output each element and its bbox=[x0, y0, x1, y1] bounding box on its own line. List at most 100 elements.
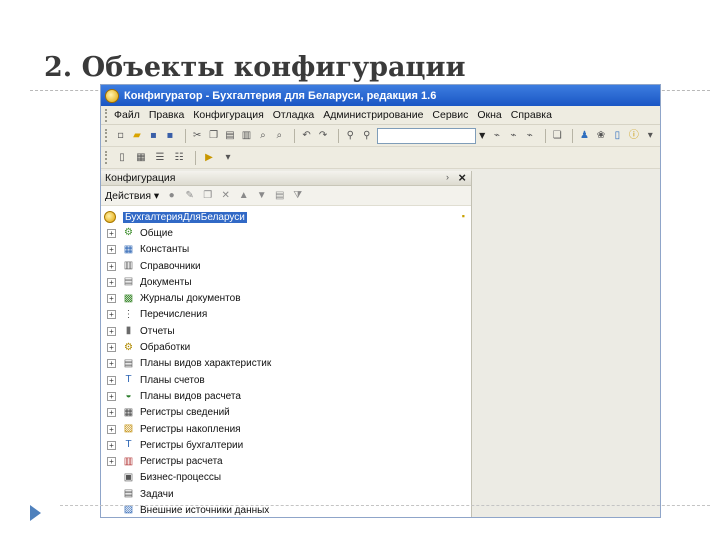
tree-item-label: Документы bbox=[140, 276, 192, 288]
expand-icon[interactable]: + bbox=[107, 310, 116, 320]
menubar-grip-icon[interactable] bbox=[105, 108, 108, 122]
expand-icon[interactable]: + bbox=[107, 457, 116, 467]
window-list-icon[interactable]: ❏ bbox=[551, 128, 564, 144]
tree-item[interactable]: + T Регистры бухгалтерии bbox=[101, 437, 471, 453]
search-icon[interactable]: ⚲ bbox=[344, 128, 357, 144]
toolbar-separator bbox=[195, 150, 196, 165]
tree-item-label: Внешние источники данных bbox=[140, 504, 270, 516]
sort-icon[interactable]: ▤ bbox=[273, 189, 286, 202]
new-file-icon[interactable]: ▫ bbox=[114, 128, 127, 144]
expand-icon[interactable]: + bbox=[107, 228, 116, 238]
toolbar-grip-icon[interactable] bbox=[105, 151, 108, 164]
paste-icon[interactable]: ▤ bbox=[223, 128, 236, 144]
tree-item[interactable]: ▣ Бизнес-процессы bbox=[101, 470, 471, 486]
window-titlebar[interactable]: Конфигуратор - Бухгалтерия для Беларуси,… bbox=[101, 85, 660, 106]
find-next-icon[interactable]: ⌕ bbox=[273, 128, 286, 144]
tree-item[interactable]: + ◒ Планы видов расчета bbox=[101, 388, 471, 404]
actions-menu-button[interactable]: Действия ▾ bbox=[105, 190, 159, 202]
tree-item-label: Регистры накопления bbox=[140, 423, 241, 435]
expand-icon[interactable]: + bbox=[107, 359, 116, 369]
update-config-icon[interactable]: ▦ bbox=[133, 150, 149, 166]
search-combo-input[interactable] bbox=[376, 127, 476, 144]
char-plan-icon: ▤ bbox=[123, 357, 134, 369]
tree-item[interactable]: + T Планы счетов bbox=[101, 372, 471, 388]
expand-icon[interactable]: + bbox=[107, 391, 116, 401]
tree-item-label: Регистры сведений bbox=[140, 407, 230, 419]
redo-icon[interactable]: ↷ bbox=[316, 128, 329, 144]
menu-service[interactable]: Сервис bbox=[432, 109, 468, 121]
search-prev-icon[interactable]: ⌁ bbox=[507, 128, 520, 144]
toolbar-grip-icon[interactable] bbox=[105, 129, 108, 142]
help-book-icon[interactable]: ▯ bbox=[611, 128, 624, 144]
tree-item[interactable]: + ⚙ Обработки bbox=[101, 339, 471, 355]
run-debug-icon[interactable]: ▶ bbox=[201, 150, 217, 166]
pin-icon[interactable]: › bbox=[446, 172, 449, 182]
merge-icon[interactable]: ☷ bbox=[171, 150, 187, 166]
expand-icon[interactable]: + bbox=[107, 261, 116, 271]
tree-item[interactable]: + ▧ Регистры накопления bbox=[101, 421, 471, 437]
save-all-icon[interactable]: ▪ bbox=[163, 128, 176, 144]
expand-icon[interactable]: + bbox=[107, 326, 116, 336]
delete-icon[interactable]: ✕ bbox=[219, 189, 232, 202]
cut-icon[interactable]: ✂ bbox=[190, 128, 203, 144]
expand-icon[interactable]: + bbox=[107, 277, 116, 287]
menu-windows[interactable]: Окна bbox=[477, 109, 501, 121]
close-icon[interactable]: × bbox=[458, 170, 466, 185]
tree-root-label[interactable]: БухгалтерияДляБеларуси bbox=[123, 211, 247, 223]
search-options-icon[interactable]: ⌁ bbox=[523, 128, 536, 144]
templates-icon[interactable]: ❀ bbox=[594, 128, 607, 144]
tree-item[interactable]: ▤ Задачи bbox=[101, 486, 471, 502]
syntax-assistant-icon[interactable]: ♟ bbox=[578, 128, 591, 144]
expand-icon[interactable]: + bbox=[107, 343, 116, 353]
tree-item[interactable]: + ▥ Регистры расчета bbox=[101, 453, 471, 469]
open-folder-icon[interactable]: ▰ bbox=[130, 128, 143, 144]
processing-icon: ⚙ bbox=[124, 341, 133, 353]
compare-icon[interactable]: ☰ bbox=[152, 150, 168, 166]
config-db-icon[interactable]: ▯ bbox=[114, 150, 130, 166]
search-next-icon[interactable]: ⌁ bbox=[490, 128, 503, 144]
print-icon[interactable]: ▥ bbox=[240, 128, 253, 144]
expand-icon[interactable]: + bbox=[107, 375, 116, 385]
menu-file[interactable]: Файл bbox=[114, 109, 140, 121]
expand-icon[interactable]: + bbox=[107, 408, 116, 418]
tree-root[interactable]: БухгалтерияДляБеларуси ▪ bbox=[101, 209, 471, 225]
copy-icon[interactable]: ❐ bbox=[207, 128, 220, 144]
tree-item[interactable]: + ⚙ Общие bbox=[101, 225, 471, 241]
menu-debug[interactable]: Отладка bbox=[273, 109, 315, 121]
tree-item[interactable]: + ▦ Константы bbox=[101, 242, 471, 258]
move-down-icon[interactable]: ▼ bbox=[255, 189, 268, 202]
chevron-down-icon[interactable]: ▼ bbox=[478, 128, 486, 144]
save-icon[interactable]: ▪ bbox=[147, 128, 160, 144]
toolbar-overflow-icon[interactable]: ▾ bbox=[644, 128, 657, 144]
tree-item-label: Планы счетов bbox=[140, 374, 205, 386]
expand-icon[interactable]: + bbox=[107, 424, 116, 434]
info-icon[interactable]: ⓘ bbox=[627, 128, 640, 144]
copy-icon[interactable]: ❐ bbox=[201, 189, 214, 202]
expand-icon[interactable]: + bbox=[107, 440, 116, 450]
menu-administration[interactable]: Администрирование bbox=[323, 109, 423, 121]
menu-help[interactable]: Справка bbox=[511, 109, 552, 121]
expand-icon[interactable]: + bbox=[107, 294, 116, 304]
document-icon: ▤ bbox=[123, 276, 134, 288]
find-icon[interactable]: ⌕ bbox=[256, 128, 269, 144]
tasks-icon: ▤ bbox=[123, 488, 134, 500]
tree-item[interactable]: + ▩ Журналы документов bbox=[101, 290, 471, 306]
menu-configuration[interactable]: Конфигурация bbox=[193, 109, 263, 121]
tree-item[interactable]: + ▥ Справочники bbox=[101, 258, 471, 274]
add-icon[interactable]: ● bbox=[165, 189, 178, 202]
expand-icon[interactable]: + bbox=[107, 245, 116, 255]
move-up-icon[interactable]: ▲ bbox=[237, 189, 250, 202]
tree-item[interactable]: + ▮ Отчеты bbox=[101, 323, 471, 339]
tree-item[interactable]: + ▤ Планы видов характеристик bbox=[101, 356, 471, 372]
tree-item[interactable]: + ⋮ Перечисления bbox=[101, 307, 471, 323]
search-replace-icon[interactable]: ⚲ bbox=[360, 128, 373, 144]
configurator-window: Конфигуратор - Бухгалтерия для Беларуси,… bbox=[100, 84, 661, 518]
journal-icon: ▩ bbox=[123, 292, 134, 304]
edit-icon[interactable]: ✎ bbox=[183, 189, 196, 202]
menu-edit[interactable]: Правка bbox=[149, 109, 184, 121]
filter-icon[interactable]: ⧩ bbox=[291, 189, 304, 202]
toolbar-overflow-icon[interactable]: ▾ bbox=[220, 150, 236, 166]
tree-item[interactable]: + ▦ Регистры сведений bbox=[101, 405, 471, 421]
tree-item[interactable]: + ▤ Документы bbox=[101, 274, 471, 290]
undo-icon[interactable]: ↶ bbox=[300, 128, 313, 144]
